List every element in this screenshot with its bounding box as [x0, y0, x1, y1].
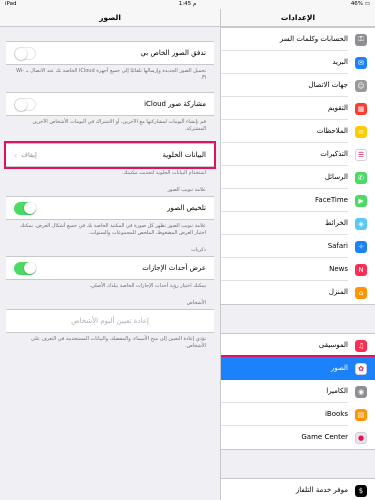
notes-icon: ≡ [355, 125, 367, 138]
photos-settings-pane: الصور تدفق الصور الخاص بي تحميل الصور ال… [0, 9, 220, 500]
battery-percent: 46% [350, 1, 364, 7]
sidebar-item-label: الحسابات وكلمات السر [221, 28, 348, 51]
sidebar-item-ibooks[interactable]: ▤ iBooks [221, 403, 375, 426]
settings-group-media: ♫ الموسيقى ✿ الصور ◉ الكاميرا ▤ iBooks ● Game Cen… [221, 333, 375, 450]
maps-icon: ◈ [355, 217, 367, 230]
contacts-icon: ☺ [355, 79, 367, 92]
sidebar-item-label: التذكيرات [221, 143, 348, 166]
tv-provider-icon: $ [355, 484, 367, 497]
settings-sidebar: الإعدادات ⚿ الحسابات وكلمات السر ✉ البريد ☺ ج… [220, 9, 375, 500]
holiday-label: عرض أحداث الإجازات [142, 264, 206, 272]
sidebar-item-news[interactable]: N News [221, 258, 375, 281]
photos-icon: ✿ [355, 362, 367, 375]
sidebar-item-tv-provider[interactable]: $ موفر خدمة التلفاز [221, 479, 375, 500]
photo-stream-row: تدفق الصور الخاص بي [6, 42, 214, 64]
sidebar-item-label: iBooks [221, 403, 348, 426]
sidebar-item-safari[interactable]: ✧ Safari [221, 235, 375, 258]
key-icon: ⚿ [355, 33, 367, 46]
sidebar-item-photos[interactable]: ✿ الصور [221, 355, 375, 382]
mail-icon: ✉ [355, 56, 367, 69]
holiday-group: عرض أحداث الإجازات [6, 256, 214, 280]
sidebar-item-game-center[interactable]: ● Game Center [221, 426, 375, 449]
icloud-sharing-footer: قم بإنشاء ألبومات لمشاركتها مع الآخرين، … [32, 119, 206, 132]
sidebar-item-mail[interactable]: ✉ البريد [221, 51, 375, 74]
sidebar-item-reminders[interactable]: ☰ التذكيرات [221, 143, 375, 166]
sidebar-item-label: جهات الاتصال [221, 74, 348, 97]
cellular-data-value-wrap: ‹ إيقاف [14, 151, 37, 160]
chevron-left-icon: ‹ [14, 150, 18, 160]
reset-people-button[interactable]: إعادة تعيين ألبوم الأشخاص [71, 317, 149, 325]
sidebar-item-camera[interactable]: ◉ الكاميرا [221, 380, 375, 403]
summarize-toggle[interactable] [14, 201, 36, 215]
memories-header: ذكريات [191, 247, 206, 253]
reminders-icon: ☰ [355, 148, 367, 161]
photos-tab-header: علامة تبويب الصور [167, 187, 206, 193]
detail-title: الصور [0, 9, 220, 27]
icloud-sharing-label: مشاركة صور iCloud [144, 100, 206, 108]
sidebar-item-label: الملاحظات [221, 120, 348, 143]
music-icon: ♫ [355, 339, 367, 352]
sidebar-item-label: Safari [221, 235, 348, 258]
icloud-sharing-group: مشاركة صور iCloud [6, 92, 214, 116]
sidebar-item-label: News [221, 258, 348, 281]
reset-people-row[interactable]: إعادة تعيين ألبوم الأشخاص [6, 310, 214, 332]
sidebar-item-label: موفر خدمة التلفاز [295, 486, 348, 494]
sidebar-item-label: البريد [221, 51, 348, 74]
sidebar-item-label: الصور [330, 364, 348, 372]
sidebar-item-notes[interactable]: ≡ الملاحظات [221, 120, 375, 143]
cellular-data-footer: استخدام البيانات الخلوية لتحديث مكتبتك. [121, 170, 206, 176]
photo-stream-footer: تحميل الصور الجديدة وإرسالها تلقائيًا إل… [16, 68, 206, 81]
reset-people-footer: تؤدي إعادة التعيين إلى منح الأسماء، والم… [31, 336, 206, 349]
sidebar-item-home[interactable]: ⌂ المنزل [221, 281, 375, 304]
sidebar-item-label: الموسيقى [221, 334, 348, 357]
holiday-toggle[interactable] [14, 261, 36, 275]
sidebar-item-key[interactable]: ⚿ الحسابات وكلمات السر [221, 28, 375, 51]
ibooks-icon: ▤ [355, 408, 367, 421]
news-icon: N [355, 263, 367, 276]
sidebar-item-contacts[interactable]: ☺ جهات الاتصال [221, 74, 375, 97]
sidebar-item-messages[interactable]: ✆ الرسائل [221, 166, 375, 189]
icloud-sharing-row: مشاركة صور iCloud [6, 93, 214, 115]
safari-icon: ✧ [355, 240, 367, 253]
summarize-footer: علامة تبويب الصور تظهر كل صورة في المكتب… [20, 223, 206, 236]
settings-group-apps: ⚿ الحسابات وكلمات السر ✉ البريد ☺ جهات الاتصا… [221, 27, 375, 305]
battery-indicator: 46% ▭ [350, 1, 370, 7]
holiday-footer: يمكنك اختيار رؤية أحداث الإجازات الخاصة … [89, 283, 206, 289]
sidebar-item-calendar[interactable]: ▦ التقويم [221, 97, 375, 120]
calendar-icon: ▦ [355, 102, 367, 115]
summarize-row: تلخيص الصور [6, 197, 214, 219]
sidebar-item-label: الخرائط [221, 212, 348, 235]
status-bar: iPad 1:45 م 46% ▭ [0, 0, 375, 9]
sidebar-title: الإعدادات [221, 9, 375, 27]
sidebar-item-label: الكاميرا [221, 380, 348, 403]
camera-icon: ◉ [355, 385, 367, 398]
icloud-sharing-toggle[interactable] [14, 97, 36, 111]
settings-group-tv: $ موفر خدمة التلفاز [221, 478, 375, 500]
sidebar-item-maps[interactable]: ◈ الخرائط [221, 212, 375, 235]
sidebar-item-label: المنزل [328, 288, 348, 296]
home-icon: ⌂ [355, 286, 367, 299]
cellular-data-row[interactable]: البيانات الخلوية ‹ إيقاف [6, 144, 214, 166]
photo-stream-group: تدفق الصور الخاص بي [6, 41, 214, 65]
photo-stream-label: تدفق الصور الخاص بي [140, 49, 206, 57]
cellular-data-group: البيانات الخلوية ‹ إيقاف [4, 141, 216, 169]
sidebar-item-music[interactable]: ♫ الموسيقى [221, 334, 375, 357]
sidebar-item-label: FaceTime [221, 189, 348, 212]
summarize-group: تلخيص الصور [6, 196, 214, 220]
sidebar-item-facetime[interactable]: ▶ FaceTime [221, 189, 375, 212]
photo-stream-toggle[interactable] [14, 46, 36, 60]
game-center-icon: ● [355, 431, 367, 444]
holiday-row: عرض أحداث الإجازات [6, 257, 214, 279]
cellular-data-value: إيقاف [21, 151, 37, 159]
summarize-label: تلخيص الصور [167, 204, 206, 212]
people-header: الأشخاص [186, 300, 206, 306]
cellular-data-label: البيانات الخلوية [162, 151, 206, 159]
sidebar-item-label: Game Center [301, 433, 348, 441]
clock: 1:45 م [178, 1, 197, 7]
sidebar-item-label: الرسائل [221, 166, 348, 189]
facetime-icon: ▶ [355, 194, 367, 207]
reset-people-group: إعادة تعيين ألبوم الأشخاص [6, 309, 214, 333]
messages-icon: ✆ [355, 171, 367, 184]
sidebar-item-label: التقويم [221, 97, 348, 120]
